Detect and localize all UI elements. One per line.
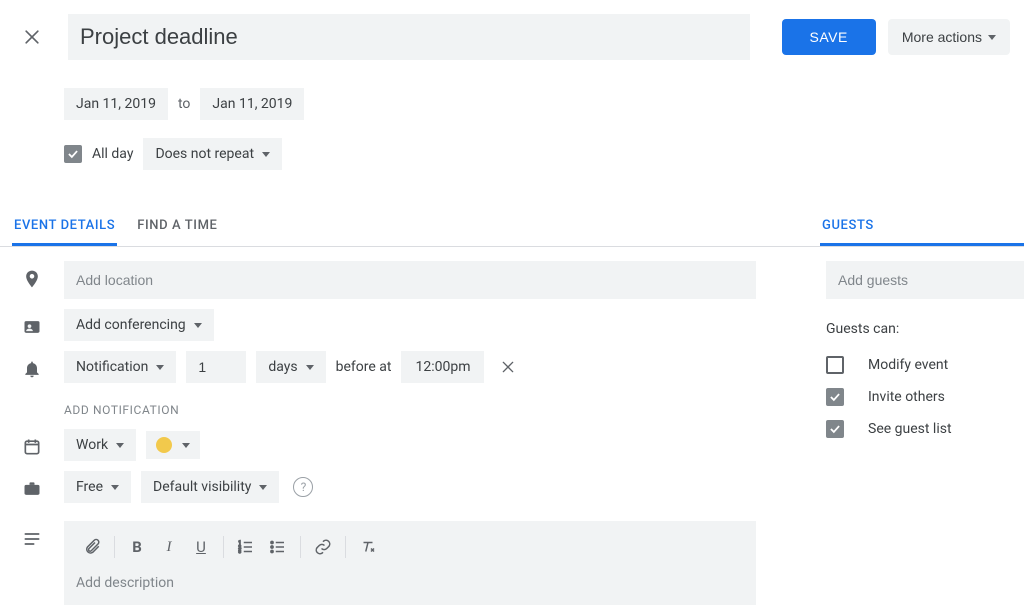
tab-guests[interactable]: GUESTS: [820, 208, 1024, 246]
calendar-icon: [22, 437, 42, 457]
tab-event-details[interactable]: EVENT DETAILS: [12, 208, 117, 246]
color-swatch-icon: [156, 437, 172, 453]
chevron-down-icon: [194, 323, 202, 328]
header-actions: SAVE More actions: [782, 19, 1010, 55]
conferencing-label: Add conferencing: [76, 317, 186, 333]
bold-icon[interactable]: B: [121, 531, 153, 563]
underline-icon[interactable]: U: [185, 531, 217, 563]
to-label: to: [178, 96, 190, 112]
all-day-label: All day: [92, 146, 133, 162]
chevron-down-icon: [156, 365, 164, 370]
location-input[interactable]: [64, 261, 756, 299]
bell-icon: [22, 359, 42, 379]
dates-row: Jan 11, 2019 to Jan 11, 2019: [0, 60, 1024, 120]
before-at-label: before at: [336, 359, 392, 375]
notification-amount-input[interactable]: [186, 351, 246, 383]
chevron-down-icon: [988, 35, 996, 40]
color-select[interactable]: [146, 431, 200, 459]
italic-icon[interactable]: I: [153, 531, 185, 563]
location-icon: [22, 269, 42, 289]
permission-modify-event: Modify event: [826, 349, 1024, 381]
more-actions-button[interactable]: More actions: [888, 19, 1010, 55]
description-input[interactable]: Add description: [64, 567, 756, 605]
notification-type-label: Notification: [76, 359, 148, 375]
modify-event-checkbox[interactable]: [826, 356, 844, 374]
calendar-select[interactable]: Work: [64, 429, 136, 461]
guests-can-label: Guests can:: [826, 299, 1024, 349]
attach-icon[interactable]: [76, 531, 108, 563]
notification-time-select[interactable]: 12:00pm: [401, 351, 484, 383]
remove-notification-button[interactable]: [494, 359, 522, 375]
permission-label: Modify event: [868, 357, 948, 373]
tab-find-a-time[interactable]: FIND A TIME: [135, 208, 219, 246]
save-button[interactable]: SAVE: [782, 19, 876, 55]
permission-invite-others: Invite others: [826, 381, 1024, 413]
availability-select[interactable]: Free: [64, 471, 131, 503]
link-icon[interactable]: [307, 531, 339, 563]
notification-unit-select[interactable]: days: [256, 351, 325, 383]
toolbar-separator: [345, 536, 346, 558]
close-icon[interactable]: [20, 25, 44, 49]
all-day-checkbox[interactable]: [64, 145, 82, 163]
chevron-down-icon: [111, 485, 119, 490]
conferencing-icon: [22, 317, 42, 337]
toolbar-separator: [114, 536, 115, 558]
toolbar-separator: [223, 536, 224, 558]
clear-formatting-icon[interactable]: [352, 531, 384, 563]
chevron-down-icon: [262, 152, 270, 157]
chevron-down-icon: [259, 485, 267, 490]
help-icon[interactable]: ?: [293, 477, 313, 497]
permission-label: Invite others: [868, 389, 945, 405]
allday-row: All day Does not repeat: [0, 120, 1024, 170]
briefcase-icon: [22, 479, 42, 499]
chevron-down-icon: [306, 365, 314, 370]
visibility-row: Free Default visibility ?: [0, 461, 756, 503]
permission-see-guest-list: See guest list: [826, 413, 1024, 445]
calendar-row: Work: [0, 425, 756, 461]
permission-label: See guest list: [868, 421, 952, 437]
invite-others-checkbox[interactable]: [826, 388, 844, 406]
end-date-picker[interactable]: Jan 11, 2019: [200, 88, 304, 120]
add-notification-button[interactable]: ADD NOTIFICATION: [64, 383, 756, 425]
description-row: B I U 123: [0, 503, 756, 605]
add-guests-input[interactable]: [826, 261, 1024, 299]
event-title-input[interactable]: [68, 14, 750, 60]
notification-unit-label: days: [268, 359, 297, 375]
notification-type-select[interactable]: Notification: [64, 351, 176, 383]
conferencing-row: Add conferencing: [0, 299, 756, 341]
recurrence-label: Does not repeat: [155, 146, 254, 162]
recurrence-select[interactable]: Does not repeat: [143, 138, 282, 170]
tabs-row: EVENT DETAILS FIND A TIME GUESTS: [0, 208, 1024, 247]
visibility-label: Default visibility: [153, 479, 251, 495]
start-date-picker[interactable]: Jan 11, 2019: [64, 88, 168, 120]
svg-text:3: 3: [239, 549, 242, 555]
notification-row: Notification days before at 12:00pm: [0, 341, 756, 425]
description-box: B I U 123: [64, 521, 756, 605]
more-actions-label: More actions: [902, 29, 982, 45]
visibility-select[interactable]: Default visibility: [141, 471, 279, 503]
availability-label: Free: [76, 479, 103, 495]
header-row: SAVE More actions: [0, 0, 1024, 60]
conferencing-select[interactable]: Add conferencing: [64, 309, 214, 341]
see-guest-list-checkbox[interactable]: [826, 420, 844, 438]
notification-time-label: 12:00pm: [415, 359, 470, 375]
description-toolbar: B I U 123: [64, 521, 756, 567]
guests-panel: Guests can: Modify event Invite others S…: [790, 247, 1024, 605]
numbered-list-icon[interactable]: 123: [230, 531, 262, 563]
chevron-down-icon: [182, 443, 190, 448]
toolbar-separator: [300, 536, 301, 558]
bulleted-list-icon[interactable]: [262, 531, 294, 563]
description-icon: [22, 529, 42, 549]
location-row: [0, 247, 756, 299]
chevron-down-icon: [116, 443, 124, 448]
calendar-label: Work: [76, 437, 108, 453]
